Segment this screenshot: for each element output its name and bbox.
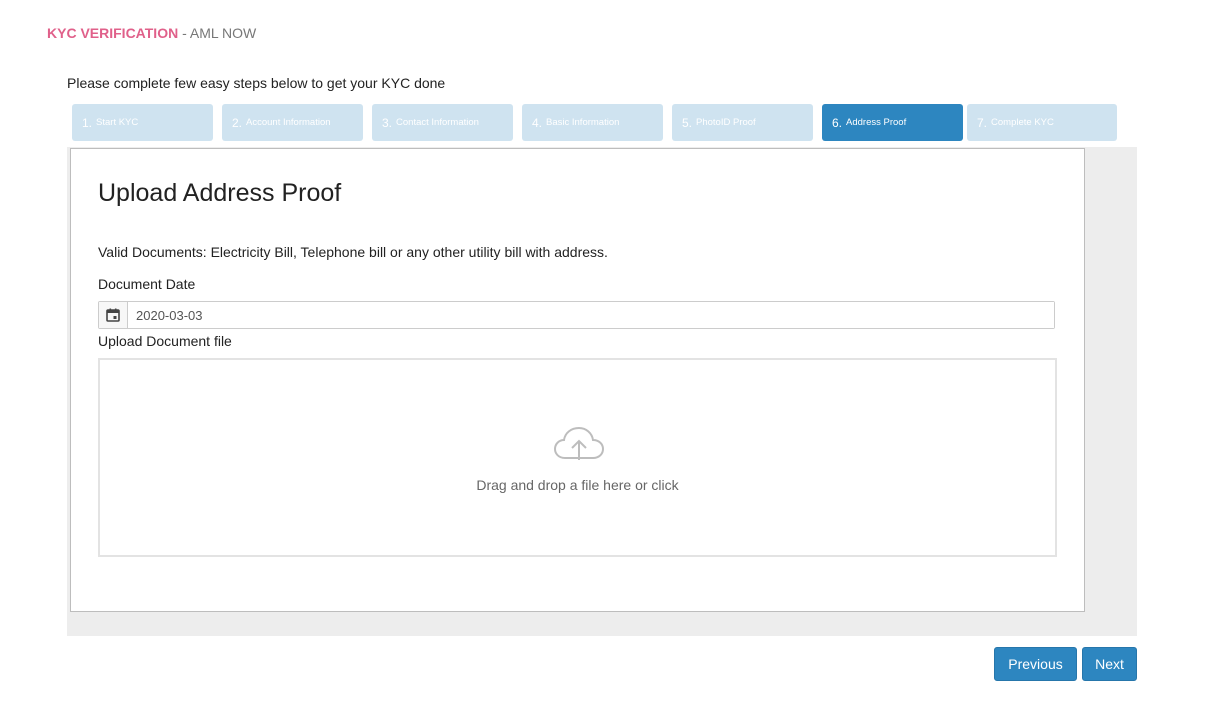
- intro-text: Please complete few easy steps below to …: [67, 75, 446, 91]
- step-account-information[interactable]: 2. Account Information: [222, 104, 363, 141]
- app-subtitle: AML NOW: [189, 25, 257, 41]
- step-contact-information[interactable]: 3. Contact Information: [372, 104, 513, 141]
- app-title: KYC VERIFICATION: [47, 25, 179, 41]
- step-number: 3.: [382, 115, 393, 130]
- document-date-input[interactable]: [128, 302, 1054, 328]
- document-date-field: [98, 301, 1055, 329]
- step-label: Contact Information: [396, 117, 479, 128]
- step-number: 5.: [682, 115, 693, 130]
- step-number: 2.: [232, 115, 243, 130]
- step-number: 4.: [532, 115, 543, 130]
- step-photoid-proof[interactable]: 5. PhotoID Proof: [672, 104, 813, 141]
- file-dropzone[interactable]: Drag and drop a file here or click: [98, 358, 1057, 557]
- document-date-label: Document Date: [98, 276, 196, 292]
- step-number: 7.: [977, 115, 988, 130]
- step-address-proof[interactable]: 6. Address Proof: [822, 104, 963, 141]
- step-label: PhotoID Proof: [696, 117, 756, 128]
- step-start-kyc[interactable]: 1. Start KYC: [72, 104, 213, 141]
- step-label: Account Information: [246, 117, 331, 128]
- step-complete-kyc[interactable]: 7. Complete KYC: [967, 104, 1117, 141]
- step-number: 1.: [82, 115, 93, 130]
- calendar-icon[interactable]: [99, 302, 128, 328]
- valid-documents-text: Valid Documents: Electricity Bill, Telep…: [98, 244, 608, 260]
- step-number: 6.: [832, 115, 843, 130]
- step-basic-information[interactable]: 4. Basic Information: [522, 104, 663, 141]
- title-separator: -: [178, 25, 190, 41]
- calendar-icon-svg: [106, 308, 120, 322]
- step-label: Basic Information: [546, 117, 620, 128]
- panel-title: Upload Address Proof: [98, 179, 342, 207]
- address-proof-panel: Upload Address Proof Valid Documents: El…: [70, 148, 1085, 612]
- cloud-upload-icon: [553, 426, 605, 460]
- step-label: Complete KYC: [991, 117, 1054, 128]
- next-button[interactable]: Next: [1082, 647, 1137, 681]
- step-label: Address Proof: [846, 117, 907, 128]
- page-header: KYC VERIFICATION - AML NOW: [47, 24, 256, 42]
- previous-button[interactable]: Previous: [994, 647, 1077, 681]
- dropzone-text: Drag and drop a file here or click: [476, 477, 679, 493]
- step-label: Start KYC: [96, 117, 139, 128]
- upload-document-label: Upload Document file: [98, 333, 232, 349]
